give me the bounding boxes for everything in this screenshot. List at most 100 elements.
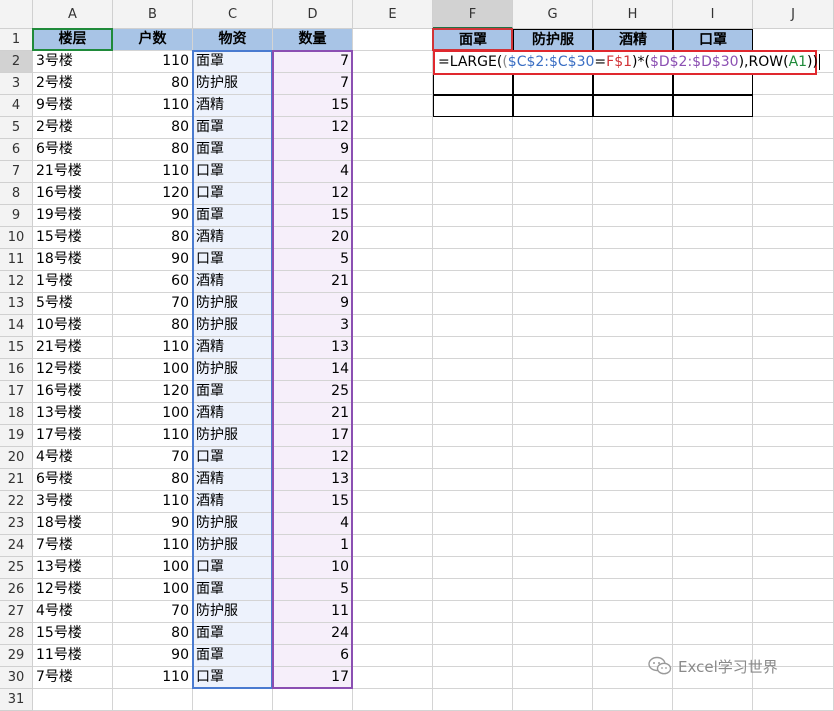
empty-cell[interactable] bbox=[433, 249, 513, 271]
empty-cell[interactable] bbox=[513, 227, 593, 249]
empty-cell[interactable] bbox=[433, 381, 513, 403]
table-cell-d[interactable]: 12 bbox=[273, 447, 353, 469]
empty-cell[interactable] bbox=[433, 667, 513, 689]
empty-cell[interactable] bbox=[753, 469, 834, 491]
column-header-b[interactable]: B bbox=[113, 0, 193, 29]
table-cell-c[interactable]: 口罩 bbox=[193, 557, 273, 579]
table-cell-b[interactable]: 60 bbox=[113, 271, 193, 293]
table-cell-d[interactable]: 24 bbox=[273, 623, 353, 645]
row-header[interactable]: 30 bbox=[0, 667, 33, 689]
table-cell-b[interactable]: 80 bbox=[113, 73, 193, 95]
row-header[interactable]: 18 bbox=[0, 403, 33, 425]
active-cell-formula-editor[interactable]: =LARGE(($C$2:$C$30=F$1)*($D$2:$D$30),ROW… bbox=[433, 50, 820, 75]
empty-cell[interactable] bbox=[753, 557, 834, 579]
empty-cell[interactable] bbox=[433, 645, 513, 667]
empty-cell[interactable] bbox=[353, 95, 433, 117]
empty-cell[interactable] bbox=[673, 315, 753, 337]
empty-cell[interactable] bbox=[673, 601, 753, 623]
empty-cell[interactable] bbox=[353, 271, 433, 293]
table-cell-a[interactable]: 16号楼 bbox=[33, 183, 113, 205]
empty-cell[interactable] bbox=[433, 271, 513, 293]
table-cell-c[interactable]: 面罩 bbox=[193, 645, 273, 667]
empty-cell[interactable] bbox=[513, 425, 593, 447]
spreadsheet-grid[interactable]: A B C D E F G H I J 1 2 3 4 5 6 7 8 9 10 11 12 13 14 15 16 17 18 19 2… bbox=[0, 0, 834, 711]
table-cell-b[interactable]: 110 bbox=[113, 491, 193, 513]
row-header[interactable]: 21 bbox=[0, 469, 33, 491]
empty-cell[interactable] bbox=[673, 469, 753, 491]
empty-cell[interactable] bbox=[433, 139, 513, 161]
table-cell-d[interactable]: 25 bbox=[273, 381, 353, 403]
empty-cell[interactable] bbox=[353, 645, 433, 667]
empty-cell[interactable] bbox=[513, 447, 593, 469]
empty-cell[interactable] bbox=[433, 359, 513, 381]
table-cell-d[interactable]: 12 bbox=[273, 183, 353, 205]
table-cell-c[interactable]: 面罩 bbox=[193, 579, 273, 601]
row-header[interactable]: 25 bbox=[0, 557, 33, 579]
empty-cell[interactable] bbox=[673, 183, 753, 205]
table-cell-a[interactable]: 21号楼 bbox=[33, 337, 113, 359]
row-header[interactable]: 17 bbox=[0, 381, 33, 403]
empty-cell[interactable] bbox=[673, 535, 753, 557]
table-cell-d[interactable]: 14 bbox=[273, 359, 353, 381]
empty-cell[interactable] bbox=[513, 579, 593, 601]
output-header-h[interactable]: 酒精 bbox=[593, 29, 673, 51]
empty-cell[interactable] bbox=[433, 117, 513, 139]
empty-cell[interactable] bbox=[353, 381, 433, 403]
empty-cell[interactable] bbox=[753, 491, 834, 513]
empty-cell[interactable] bbox=[353, 447, 433, 469]
table-cell-b[interactable]: 110 bbox=[113, 161, 193, 183]
empty-cell[interactable] bbox=[353, 359, 433, 381]
empty-cell[interactable] bbox=[513, 337, 593, 359]
empty-cell[interactable] bbox=[593, 249, 673, 271]
output-cell[interactable] bbox=[513, 95, 593, 117]
table-cell-d[interactable]: 4 bbox=[273, 513, 353, 535]
table-cell-a[interactable]: 17号楼 bbox=[33, 425, 113, 447]
empty-cell[interactable] bbox=[513, 535, 593, 557]
empty-cell[interactable] bbox=[353, 469, 433, 491]
table-cell-d[interactable]: 5 bbox=[273, 579, 353, 601]
table-cell-d[interactable]: 7 bbox=[273, 51, 353, 73]
table-cell-a[interactable]: 13号楼 bbox=[33, 557, 113, 579]
empty-cell[interactable] bbox=[593, 601, 673, 623]
empty-cell[interactable] bbox=[353, 513, 433, 535]
table-cell-c[interactable]: 防护服 bbox=[193, 315, 273, 337]
empty-cell[interactable] bbox=[513, 293, 593, 315]
header-cell-d[interactable]: 数量 bbox=[273, 29, 353, 51]
empty-cell[interactable] bbox=[513, 381, 593, 403]
empty-cell[interactable] bbox=[433, 425, 513, 447]
empty-cell[interactable] bbox=[673, 381, 753, 403]
empty-cell[interactable] bbox=[673, 139, 753, 161]
output-header-i[interactable]: 口罩 bbox=[673, 29, 753, 51]
table-cell-c[interactable]: 酒精 bbox=[193, 271, 273, 293]
table-cell-a[interactable]: 15号楼 bbox=[33, 227, 113, 249]
output-cell[interactable] bbox=[593, 73, 673, 95]
table-cell-d[interactable]: 21 bbox=[273, 271, 353, 293]
table-cell-a[interactable]: 18号楼 bbox=[33, 513, 113, 535]
table-cell-a[interactable]: 13号楼 bbox=[33, 403, 113, 425]
column-header-i[interactable]: I bbox=[673, 0, 753, 29]
empty-cell[interactable] bbox=[753, 535, 834, 557]
table-cell-b[interactable]: 90 bbox=[113, 513, 193, 535]
table-cell-a[interactable]: 9号楼 bbox=[33, 95, 113, 117]
table-cell-b[interactable]: 110 bbox=[113, 337, 193, 359]
row-header[interactable]: 27 bbox=[0, 601, 33, 623]
empty-cell[interactable] bbox=[513, 513, 593, 535]
empty-cell[interactable] bbox=[353, 51, 433, 73]
empty-cell[interactable] bbox=[593, 469, 673, 491]
table-cell-a[interactable]: 3号楼 bbox=[33, 51, 113, 73]
empty-cell[interactable] bbox=[753, 623, 834, 645]
table-cell-b[interactable]: 90 bbox=[113, 645, 193, 667]
empty-cell[interactable] bbox=[753, 249, 834, 271]
row-header[interactable]: 23 bbox=[0, 513, 33, 535]
empty-cell[interactable] bbox=[273, 689, 353, 711]
table-cell-a[interactable]: 5号楼 bbox=[33, 293, 113, 315]
empty-cell[interactable] bbox=[593, 139, 673, 161]
empty-cell[interactable] bbox=[593, 315, 673, 337]
output-cell[interactable] bbox=[513, 73, 593, 95]
table-cell-a[interactable]: 7号楼 bbox=[33, 667, 113, 689]
table-cell-b[interactable]: 100 bbox=[113, 403, 193, 425]
row-header[interactable]: 9 bbox=[0, 205, 33, 227]
empty-cell[interactable] bbox=[513, 689, 593, 711]
row-header[interactable]: 11 bbox=[0, 249, 33, 271]
empty-cell[interactable] bbox=[753, 271, 834, 293]
